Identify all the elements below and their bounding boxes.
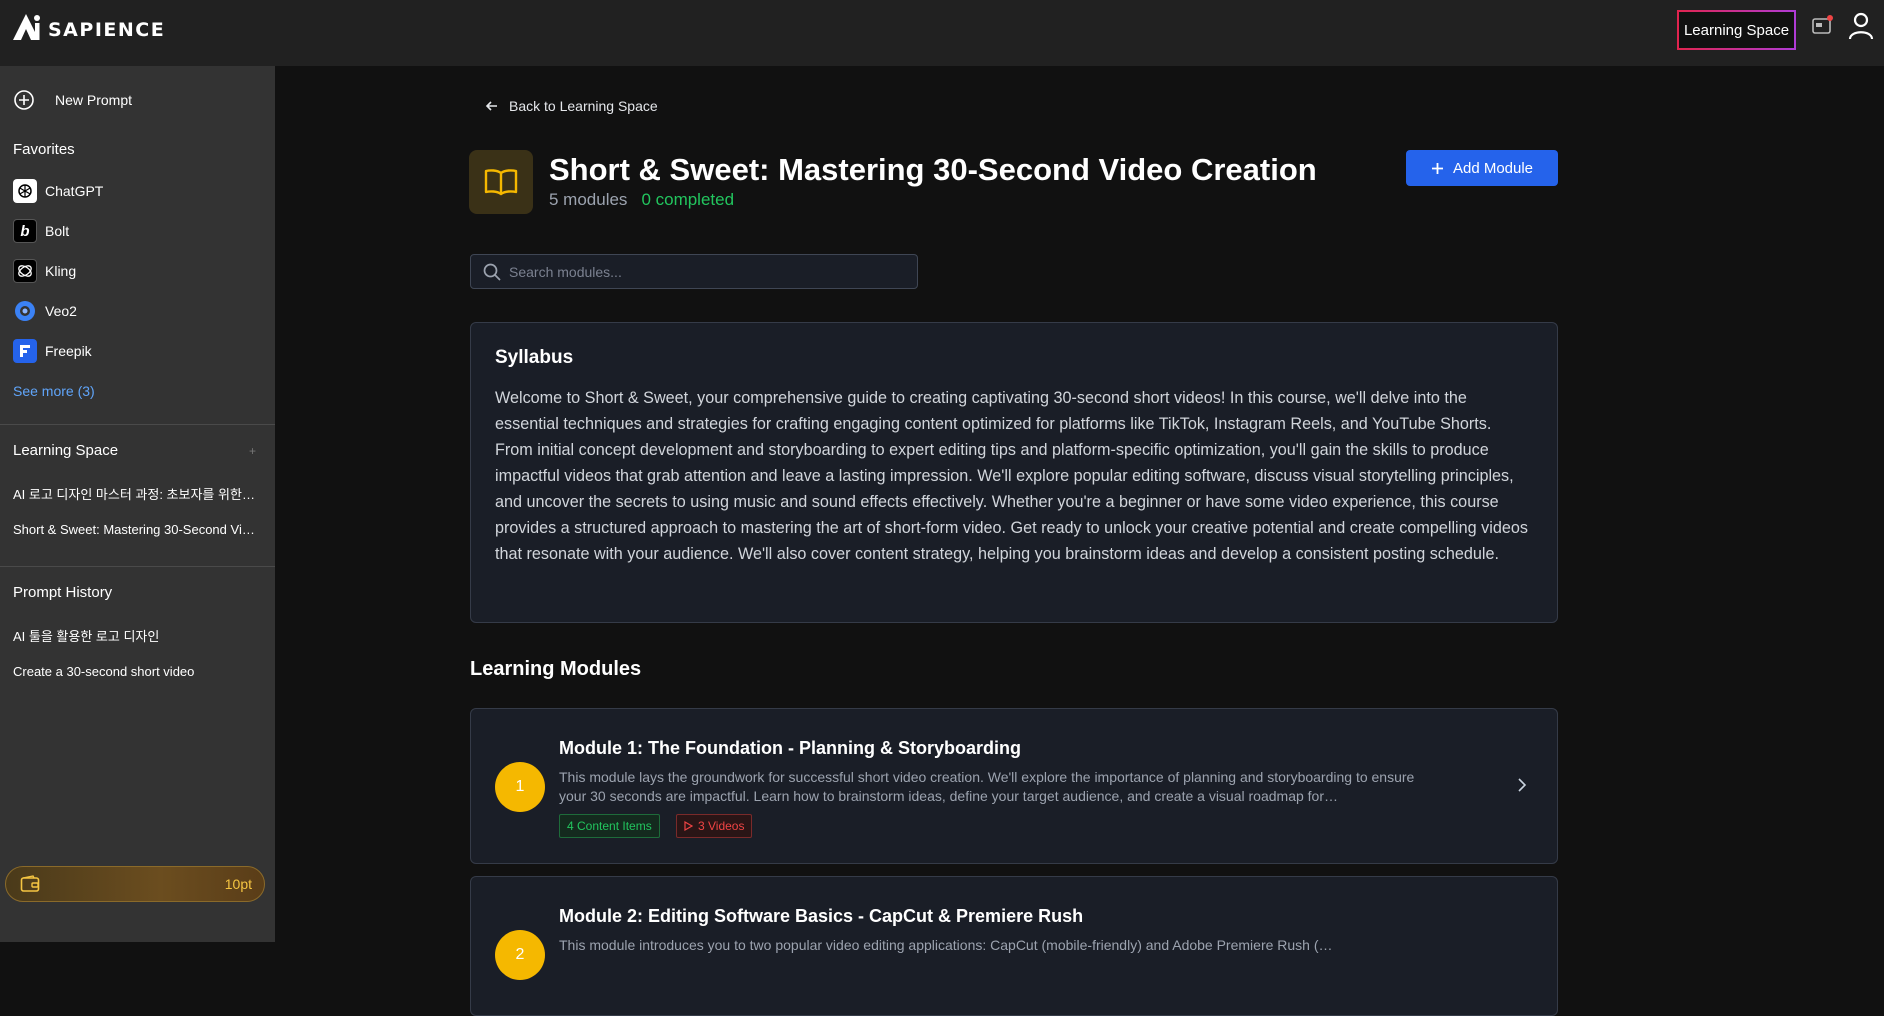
syllabus-card: Syllabus Welcome to Short & Sweet, your … bbox=[470, 322, 1558, 623]
user-profile-icon[interactable] bbox=[1848, 12, 1874, 45]
see-more-link[interactable]: See more (3) bbox=[13, 383, 257, 399]
search-modules-input[interactable] bbox=[509, 263, 909, 280]
favorite-freepik[interactable]: Freepik bbox=[13, 339, 92, 363]
favorite-veo2[interactable]: Veo2 bbox=[13, 299, 77, 323]
chatgpt-icon bbox=[13, 179, 37, 203]
sapience-logo-mark-icon bbox=[13, 12, 47, 42]
sidebar-divider bbox=[0, 566, 275, 567]
syllabus-text: Welcome to Short & Sweet, your comprehen… bbox=[495, 389, 1528, 563]
course-meta: 5 modules 0 completed bbox=[549, 190, 734, 210]
course-book-icon bbox=[469, 150, 533, 214]
prompt-history-item[interactable]: Create a 30-second short video bbox=[13, 664, 257, 679]
plus-icon bbox=[1431, 162, 1444, 175]
sidebar: New Prompt Favorites ChatGPT b Bolt Klin… bbox=[0, 66, 275, 942]
sapience-logo[interactable]: SAPIENCE bbox=[13, 12, 165, 42]
add-module-button[interactable]: Add Module bbox=[1406, 150, 1558, 186]
videos-badge: 3 Videos bbox=[676, 814, 753, 838]
videos-label: 3 Videos bbox=[698, 819, 745, 833]
module-description: This module lays the groundwork for succ… bbox=[559, 769, 1415, 804]
module-card[interactable]: 2 Module 2: Editing Software Basics - Ca… bbox=[470, 876, 1558, 1016]
wallet-icon bbox=[20, 875, 40, 893]
learning-space-item[interactable]: Short & Sweet: Mastering 30-Second Video… bbox=[13, 522, 257, 537]
module-title: Module 2: Editing Software Basics - CapC… bbox=[559, 906, 1084, 926]
syllabus-heading: Syllabus bbox=[495, 347, 574, 368]
add-module-label: Add Module bbox=[1452, 159, 1534, 177]
search-modules-box[interactable] bbox=[470, 254, 918, 289]
sidebar-divider bbox=[0, 424, 275, 425]
play-icon bbox=[684, 821, 693, 831]
back-to-learning-space-link[interactable]: Back to Learning Space bbox=[485, 98, 658, 114]
module-number-badge: 1 bbox=[495, 762, 545, 812]
module-description: This module introduces you to two popula… bbox=[559, 937, 1333, 953]
veo2-icon bbox=[13, 299, 37, 323]
add-learning-space-button[interactable]: + bbox=[249, 444, 256, 458]
content-items-badge: 4 Content Items bbox=[559, 814, 660, 838]
learning-space-item[interactable]: AI 로고 디자인 마스터 과정: 초보자를 위한 단계별 가이드 bbox=[13, 484, 257, 503]
back-label: Back to Learning Space bbox=[509, 98, 658, 114]
plus-circle-icon bbox=[13, 89, 35, 111]
new-prompt-label: New Prompt bbox=[55, 92, 133, 108]
module-card[interactable]: 1 Module 1: The Foundation - Planning & … bbox=[470, 708, 1558, 864]
new-prompt-button[interactable]: New Prompt bbox=[13, 89, 132, 111]
favorite-chatgpt[interactable]: ChatGPT bbox=[13, 179, 103, 203]
module-number-badge: 2 bbox=[495, 930, 545, 980]
brand-name: SAPIENCE bbox=[48, 19, 166, 41]
favorite-kling[interactable]: Kling bbox=[13, 259, 76, 283]
search-icon bbox=[483, 263, 501, 281]
modules-count: 5 modules bbox=[549, 190, 628, 209]
arrow-left-icon bbox=[485, 99, 499, 113]
top-bar: SAPIENCE Learning Space bbox=[0, 0, 1884, 66]
favorites-heading: Favorites bbox=[13, 141, 75, 158]
kling-icon bbox=[13, 259, 37, 283]
notification-icon[interactable] bbox=[1811, 15, 1833, 42]
module-title: Module 1: The Foundation - Planning & St… bbox=[559, 738, 1021, 758]
favorite-label: Veo2 bbox=[45, 303, 77, 319]
prompt-history-heading: Prompt History bbox=[13, 584, 113, 601]
favorite-label: Freepik bbox=[45, 343, 92, 359]
wallet-points: 10pt bbox=[224, 876, 252, 892]
main-content: Back to Learning Space Short & Sweet: Ma… bbox=[275, 66, 1884, 1016]
learning-modules-heading: Learning Modules bbox=[470, 658, 642, 680]
prompt-history-item[interactable]: AI 툴을 활용한 로고 디자인 bbox=[13, 626, 257, 645]
favorite-bolt[interactable]: b Bolt bbox=[13, 219, 69, 243]
bolt-icon: b bbox=[13, 219, 37, 243]
completed-count: 0 completed bbox=[641, 190, 735, 209]
favorite-label: ChatGPT bbox=[45, 183, 104, 199]
favorite-label: Kling bbox=[45, 263, 77, 279]
learning-space-button[interactable]: Learning Space bbox=[1677, 10, 1796, 50]
chevron-right-icon[interactable] bbox=[1517, 777, 1527, 798]
favorite-label: Bolt bbox=[45, 223, 70, 239]
wallet-balance[interactable]: 10pt bbox=[5, 866, 265, 902]
learning-space-heading: Learning Space bbox=[13, 442, 119, 459]
course-title: Short & Sweet: Mastering 30-Second Video… bbox=[549, 152, 1317, 187]
freepik-icon bbox=[13, 339, 37, 363]
